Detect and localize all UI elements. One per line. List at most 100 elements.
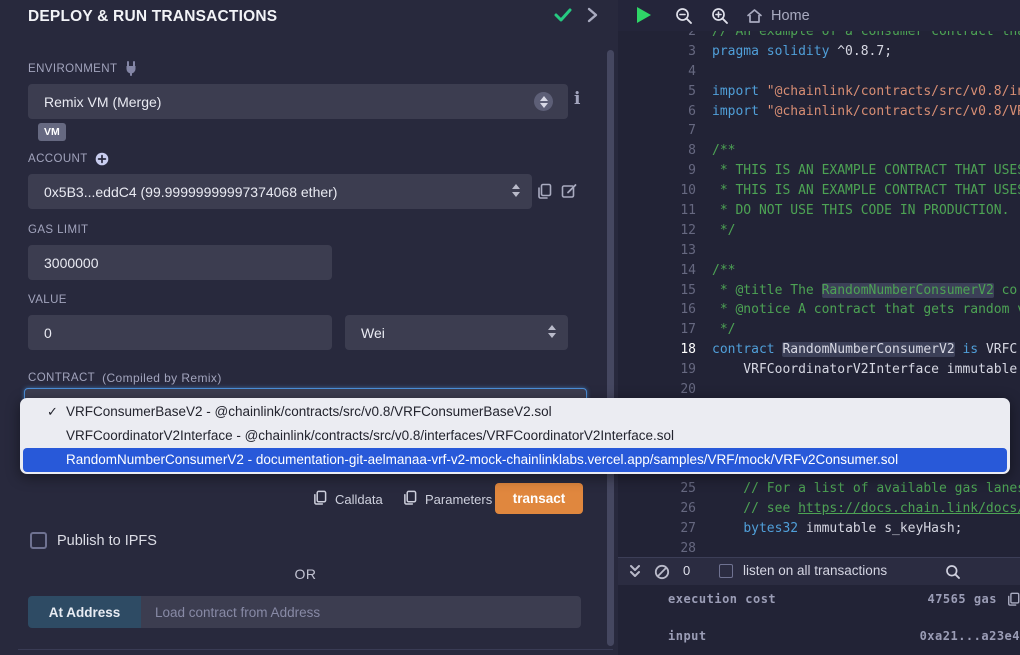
edit-account-icon[interactable] bbox=[561, 183, 578, 199]
code-text: import "@chainlink/contracts/src/v0.8/in bbox=[712, 82, 1020, 102]
code-line[interactable]: 17 */ bbox=[618, 320, 1020, 340]
line-number: 7 bbox=[618, 121, 712, 141]
code-text: /** bbox=[712, 141, 735, 161]
zoom-out-icon[interactable] bbox=[675, 7, 693, 25]
code-text: /** bbox=[712, 261, 735, 281]
code-line[interactable]: 26 // see https://docs.chain.link/docs/ bbox=[618, 499, 1020, 519]
line-number: 6 bbox=[618, 102, 712, 122]
at-address-input[interactable] bbox=[141, 596, 581, 628]
code-line[interactable]: 28 bbox=[618, 539, 1020, 557]
code-text: * THIS IS AN EXAMPLE CONTRACT THAT USES bbox=[712, 181, 1020, 201]
plus-circle-icon[interactable] bbox=[95, 152, 109, 166]
code-line[interactable]: 7 bbox=[618, 121, 1020, 141]
code-line[interactable]: 11 * DO NOT USE THIS CODE IN PRODUCTION. bbox=[618, 201, 1020, 221]
environment-select[interactable]: Remix VM (Merge) bbox=[28, 84, 568, 119]
contract-label: CONTRACT (Compiled by Remix) bbox=[28, 371, 222, 385]
code-line[interactable]: 20 bbox=[618, 380, 1020, 400]
code-text: // An example of a consumer contract tha… bbox=[712, 31, 1020, 42]
transact-button[interactable]: transact bbox=[495, 483, 583, 514]
code-line[interactable]: 9 * THIS IS AN EXAMPLE CONTRACT THAT USE… bbox=[618, 161, 1020, 181]
code-line[interactable]: 2// An example of a consumer contract th… bbox=[618, 31, 1020, 42]
run-script-play-icon[interactable] bbox=[637, 7, 651, 23]
contract-option[interactable]: RandomNumberConsumerV2 - documentation-g… bbox=[23, 448, 1007, 472]
code-text: * @title The RandomNumberConsumerV2 co bbox=[712, 281, 1017, 301]
code-line[interactable]: 4 bbox=[618, 62, 1020, 82]
copy-account-icon[interactable] bbox=[537, 183, 552, 199]
code-line[interactable]: 15 * @title The RandomNumberConsumerV2 c… bbox=[618, 281, 1020, 301]
copy-calldata-icon[interactable] bbox=[313, 490, 327, 505]
code-line[interactable]: 14/** bbox=[618, 261, 1020, 281]
code-text: */ bbox=[712, 221, 735, 241]
clear-console-icon[interactable] bbox=[654, 564, 670, 580]
contract-option[interactable]: VRFCoordinatorV2Interface - @chainlink/c… bbox=[20, 424, 1010, 448]
listen-transactions-checkbox[interactable] bbox=[719, 564, 733, 578]
select-caret-icon bbox=[548, 325, 556, 338]
code-line[interactable]: 25 // For a list of available gas lanes bbox=[618, 479, 1020, 499]
code-text: pragma solidity ^0.8.7; bbox=[712, 42, 892, 62]
line-number: 4 bbox=[618, 62, 712, 82]
chevron-right-icon[interactable] bbox=[584, 6, 600, 24]
line-number: 12 bbox=[618, 221, 712, 241]
info-icon[interactable]: i bbox=[574, 89, 580, 109]
select-caret-icon bbox=[512, 184, 520, 197]
code-text: bytes32 immutable s_keyHash; bbox=[712, 519, 962, 539]
contract-sublabel: (Compiled by Remix) bbox=[102, 371, 222, 385]
parameters-label[interactable]: Parameters bbox=[425, 492, 492, 507]
panel-scrollbar[interactable] bbox=[607, 50, 614, 646]
terminal-toolbar: 0 listen on all transactions bbox=[618, 557, 1020, 585]
line-number: 25 bbox=[618, 479, 712, 499]
code-text: * THIS IS AN EXAMPLE CONTRACT THAT USES bbox=[712, 161, 1020, 181]
zoom-in-icon[interactable] bbox=[711, 7, 729, 25]
calldata-label[interactable]: Calldata bbox=[335, 492, 383, 507]
search-icon bbox=[945, 564, 961, 580]
panel-divider bbox=[18, 649, 613, 650]
home-tab-label: Home bbox=[771, 8, 810, 24]
terminal-row-key: execution cost bbox=[668, 592, 776, 606]
code-text: */ bbox=[712, 320, 735, 340]
value-unit: Wei bbox=[345, 325, 385, 341]
vm-badge: VM bbox=[38, 123, 66, 141]
value-input[interactable] bbox=[28, 315, 332, 350]
at-address-button[interactable]: At Address bbox=[28, 596, 141, 628]
terminal-row: execution cost 47565 gas bbox=[668, 592, 1020, 606]
copy-parameters-icon[interactable] bbox=[403, 490, 417, 505]
code-line[interactable]: 5import "@chainlink/contracts/src/v0.8/i… bbox=[618, 82, 1020, 102]
code-line[interactable]: 12 */ bbox=[618, 221, 1020, 241]
account-label: ACCOUNT bbox=[28, 152, 109, 166]
publish-ipfs-checkbox[interactable] bbox=[30, 532, 47, 549]
code-line[interactable]: 6import "@chainlink/contracts/src/v0.8/V… bbox=[618, 102, 1020, 122]
account-select[interactable]: 0x5B3...eddC4 (99.99999999997374068 ethe… bbox=[28, 174, 532, 209]
code-line[interactable]: 18contract RandomNumberConsumerV2 is VRF… bbox=[618, 340, 1020, 360]
code-line[interactable]: 10 * THIS IS AN EXAMPLE CONTRACT THAT US… bbox=[618, 181, 1020, 201]
terminal-output: execution cost 47565 gas input0xa21...a23e… bbox=[618, 585, 1020, 655]
terminal-row-value: 0xa21...a23e4 bbox=[920, 629, 1020, 643]
tab-home[interactable]: Home bbox=[738, 0, 818, 31]
gas-limit-input[interactable] bbox=[28, 245, 332, 280]
code-line[interactable]: 16 * @notice A contract that gets random… bbox=[618, 300, 1020, 320]
line-number: 16 bbox=[618, 300, 712, 320]
code-line[interactable]: 8/** bbox=[618, 141, 1020, 161]
line-number: 28 bbox=[618, 539, 712, 557]
page-title: DEPLOY & RUN TRANSACTIONS bbox=[28, 8, 277, 26]
line-number: 10 bbox=[618, 181, 712, 201]
code-line[interactable]: 3pragma solidity ^0.8.7; bbox=[618, 42, 1020, 62]
code-line[interactable]: 19 VRFCoordinatorV2Interface immutable bbox=[618, 360, 1020, 380]
value-unit-select[interactable]: Wei bbox=[345, 315, 568, 350]
contract-dropdown: ✓VRFConsumerBaseV2 - @chainlink/contract… bbox=[20, 398, 1010, 474]
environment-value: Remix VM (Merge) bbox=[28, 94, 161, 110]
terminal-row: input0xa21...a23e4 bbox=[668, 629, 1020, 643]
code-line[interactable]: 27 bytes32 immutable s_keyHash; bbox=[618, 519, 1020, 539]
environment-label: ENVIRONMENT bbox=[28, 61, 138, 76]
copy-icon[interactable] bbox=[1007, 592, 1020, 606]
code-line[interactable]: 13 bbox=[618, 241, 1020, 261]
remix-ide-window: DEPLOY & RUN TRANSACTIONS ENVIRONMENT Re… bbox=[0, 0, 1020, 655]
line-number: 15 bbox=[618, 281, 712, 301]
compile-success-check-icon bbox=[553, 6, 573, 24]
terminal-row-value: 47565 gas bbox=[927, 592, 1020, 606]
code-editor[interactable]: 2// An example of a consumer contract th… bbox=[618, 31, 1020, 557]
code-text: * DO NOT USE THIS CODE IN PRODUCTION. bbox=[712, 201, 1009, 221]
contract-option[interactable]: ✓VRFConsumerBaseV2 - @chainlink/contract… bbox=[20, 400, 1010, 424]
or-label: OR bbox=[28, 566, 583, 582]
collapse-terminal-icon[interactable] bbox=[628, 564, 642, 580]
pending-tx-count: 0 bbox=[683, 563, 690, 578]
